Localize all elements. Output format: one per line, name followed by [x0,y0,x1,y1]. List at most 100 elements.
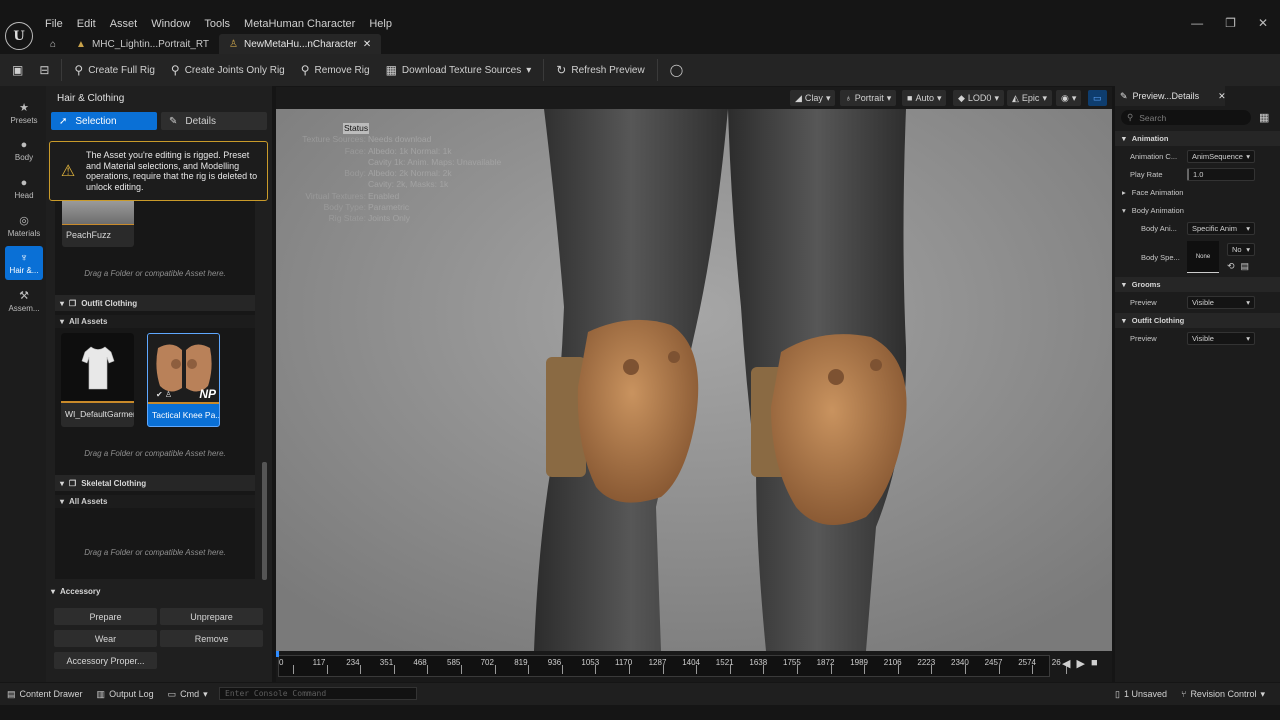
cmd-dropdown[interactable]: ▭ Cmd ▾ [161,689,215,700]
download-texture-sources-button[interactable]: ▦ Download Texture Sources ▾ [378,57,540,83]
asset-tile-peachfuzz[interactable]: PeachFuzz [62,201,134,247]
minimize-icon[interactable]: — [1191,16,1203,30]
grooms-section[interactable]: ▾ Grooms [1115,277,1280,292]
save-button[interactable]: ▣ [4,57,31,83]
search-icon: ⚲ [1127,112,1134,122]
remove-button[interactable]: Remove [160,630,263,647]
menu-tools[interactable]: Tools [204,18,230,32]
outfit-clothing-section[interactable]: ▾ Outfit Clothing [1115,313,1280,328]
wear-button[interactable]: Wear [54,630,157,647]
quality-dropdown[interactable]: ◭ Epic ▾ [1007,90,1052,106]
status-overlay: Status Texture Sources: Needs download Fa… [296,123,501,225]
user-button[interactable]: ◯ [662,57,691,83]
grid-view-icon[interactable]: ▦ [1259,111,1269,124]
outfit-preview-dropdown[interactable]: Visible ▾ [1187,332,1255,345]
play-icon[interactable]: ▶ [1076,657,1084,670]
play-rate-input[interactable]: 1.0 [1187,168,1255,181]
status-key: Virtual Textures: [305,190,366,201]
use-selected-icon[interactable]: ⟲ [1227,261,1235,272]
close-icon[interactable]: ✕ [1218,91,1226,102]
menu-metahuman-character[interactable]: MetaHuman Character [244,18,355,32]
accessory-properties-button[interactable]: Accessory Proper... [54,652,157,669]
remove-rig-button[interactable]: ⚲ Remove Rig [293,57,378,83]
all-assets-label: All Assets [69,497,108,506]
unreal-logo-icon[interactable]: U [5,22,33,50]
details-tab[interactable]: ✎ Details [161,112,267,130]
unsaved-button[interactable]: ▯ 1 Unsaved [1108,689,1174,700]
anim-thumbnail[interactable]: None [1187,241,1219,273]
layout-toggle[interactable]: ▭ [1088,90,1107,106]
pointer-icon: ➚ [59,115,68,127]
camera-auto-dropdown[interactable]: ■ Auto ▾ [902,90,947,106]
asset-tile-tactical-knee-pads[interactable]: ✔ ♙ NP Tactical Knee Pa... [147,333,220,427]
np-badge: NP [199,387,216,401]
playhead[interactable] [276,651,279,657]
portrait-label: Portrait [854,93,884,103]
asset-tile-default-garment[interactable]: WI_DefaultGarment [61,333,134,427]
console-input[interactable]: Enter Console Command [219,687,417,700]
scrollbar[interactable] [262,462,267,580]
nav-head[interactable]: ● Head [5,171,43,205]
browse-button[interactable]: ⊟ [31,57,57,83]
timeline-tick-mark [293,665,294,674]
selection-tab[interactable]: ➚ Selection [51,112,157,130]
grooms-preview-dropdown[interactable]: Visible ▾ [1187,296,1255,309]
clay-view-dropdown[interactable]: ◢ Clay ▾ [790,90,836,106]
body-anim-type-dropdown[interactable]: Specific Anim ▾ [1187,222,1255,235]
menu-asset[interactable]: Asset [110,18,138,32]
browse-asset-icon[interactable]: ▤ [1241,261,1250,272]
all-assets-header[interactable]: ▾ All Assets [55,495,255,508]
menu-file[interactable]: File [45,18,63,32]
timeline-tick-mark [696,665,698,674]
unprepare-button[interactable]: Unprepare [160,608,263,625]
all-assets-header[interactable]: ▾ All Assets [55,315,255,328]
lod-dropdown[interactable]: ◆ LOD0 ▾ [953,90,1004,106]
nav-assembly[interactable]: ⚒ Assem... [5,284,43,318]
view-options-dropdown[interactable]: ◉ ▾ [1056,90,1082,106]
nav-presets[interactable]: ★ Presets [5,96,43,130]
details-search-input[interactable]: ⚲ Search [1121,110,1251,125]
stop-icon[interactable]: ■ [1091,657,1098,670]
maximize-icon[interactable]: ❐ [1225,16,1236,30]
play-reverse-icon[interactable]: ◀ [1062,657,1070,670]
tab-lighting-portrait[interactable]: ▲ MHC_Lightin...Portrait_RT [66,34,219,54]
lod-label: LOD0 [967,93,992,103]
asset-label: PeachFuzz [66,230,112,240]
status-row: Rig State: Joints Only [296,213,501,224]
create-joints-only-rig-button[interactable]: ⚲ Create Joints Only Rig [163,57,293,83]
create-full-rig-button[interactable]: ⚲ Create Full Rig [66,57,163,83]
output-log-button[interactable]: ▥ Output Log [90,689,161,700]
refresh-preview-button[interactable]: ↻ Refresh Preview [548,57,652,83]
nav-hair-clothing[interactable]: ♆ Hair &... [5,246,43,280]
chevron-down-icon: ▾ [886,92,892,103]
home-tab[interactable]: ⌂ [40,34,66,54]
menu-window[interactable]: Window [151,18,190,32]
body-animation-row[interactable]: ▾ Body Animation [1115,202,1280,219]
search-placeholder: Search [1139,112,1167,123]
close-window-icon[interactable]: ✕ [1258,16,1268,30]
nav-body[interactable]: ● Body [5,134,43,168]
revision-control-button[interactable]: ⑂ Revision Control ▾ [1174,689,1272,700]
auto-label: Auto [915,93,934,103]
animation-class-dropdown[interactable]: AnimSequence ▾ [1187,150,1255,163]
tab-metahuman-character[interactable]: ♙ NewMetaHu...nCharacter ✕ [219,34,382,54]
prepare-button[interactable]: Prepare [54,608,157,625]
menu-help[interactable]: Help [369,18,392,32]
menu-edit[interactable]: Edit [77,18,96,32]
animation-section[interactable]: ▾ Animation [1115,131,1280,146]
content-drawer-button[interactable]: ▤ Content Drawer [0,689,90,700]
accessory-header[interactable]: ▾ Accessory [46,584,272,598]
chevron-down-icon: ▾ [1122,316,1126,325]
status-key: Texture Sources: [302,134,366,145]
main-toolbar: ▣ ⊟ ⚲ Create Full Rig ⚲ Create Joints Only… [0,54,1280,86]
close-tab-icon[interactable]: ✕ [363,39,371,50]
details-panel-tab[interactable]: ✎ Preview...Details ✕ [1115,86,1226,106]
skeletal-clothing-header[interactable]: ▾ ❐ Skeletal Clothing [55,475,255,491]
lighting-portrait-dropdown[interactable]: ♁ Portrait ▾ [840,90,897,106]
body-specific-anim-dropdown[interactable]: No ▾ [1227,242,1255,256]
timeline-tick-label: 1287 [648,658,667,667]
nav-materials[interactable]: ◎ Materials [5,209,43,243]
face-animation-row[interactable]: ▸ Face Animation [1115,184,1280,201]
outfit-clothing-header[interactable]: ▾ ❐ Outfit Clothing [55,295,255,311]
outfit-clothing-label: Outfit Clothing [81,298,138,308]
